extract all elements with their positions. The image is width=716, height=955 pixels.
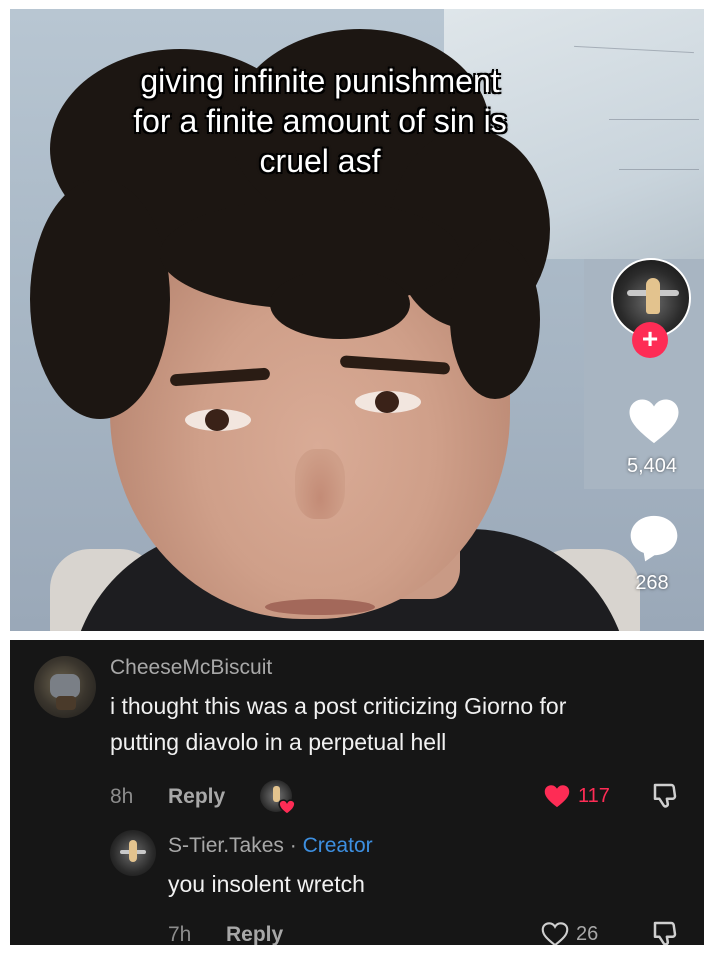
comment-text: i thought this was a post criticizing Gi…	[110, 688, 700, 760]
author-separator: ·	[283, 834, 303, 857]
video-player[interactable]: giving infinite punishment for a finite …	[10, 9, 704, 631]
person-hair	[270, 269, 410, 339]
person-eye-right	[355, 391, 421, 413]
caption-line: giving infinite punishment	[140, 63, 500, 99]
comment-author[interactable]: CheeseMcBiscuit	[110, 656, 272, 680]
plus-icon: +	[641, 323, 659, 354]
comment-time: 8h	[110, 785, 134, 808]
dislike-icon[interactable]	[650, 918, 680, 945]
person-hair	[30, 179, 170, 419]
person-mouth	[265, 599, 375, 615]
comment-like-count: 117	[578, 785, 610, 807]
comment-like-count: 26	[576, 923, 599, 945]
comment-text-line: putting diavolo in a perpetual hell	[110, 729, 447, 755]
person-hair	[450, 239, 540, 399]
caption-line: for a finite amount of sin is	[133, 103, 507, 139]
heart-icon[interactable]	[626, 393, 682, 449]
comment-avatar[interactable]	[34, 656, 96, 718]
heart-icon[interactable]	[540, 920, 570, 945]
comment-author-line: S-Tier.Takes · Creator	[168, 834, 373, 858]
comment-count: 268	[635, 572, 669, 594]
follow-button[interactable]: +	[632, 322, 668, 358]
comment-avatar[interactable]	[110, 830, 156, 876]
comment-bubble-icon[interactable]	[626, 510, 682, 566]
whiteboard-line	[619, 169, 699, 170]
comment-author[interactable]: S-Tier.Takes	[168, 834, 284, 857]
comment-text-line: i thought this was a post criticizing Gi…	[110, 693, 567, 719]
heart-icon[interactable]	[542, 782, 572, 810]
person-eye-left	[185, 409, 251, 431]
comment-time: 7h	[168, 923, 192, 945]
comment-text: you insolent wretch	[168, 871, 365, 897]
comments-panel: CheeseMcBiscuit i thought this was a pos…	[10, 640, 704, 945]
dislike-icon[interactable]	[650, 780, 680, 810]
reply-button[interactable]: Reply	[168, 785, 225, 809]
like-count: 5,404	[626, 455, 678, 477]
caption-line: cruel asf	[259, 143, 381, 179]
creator-badge: Creator	[302, 834, 373, 857]
reply-button[interactable]: Reply	[226, 923, 283, 945]
creator-heart-icon	[278, 799, 296, 816]
video-caption: giving infinite punishment for a finite …	[10, 61, 630, 181]
person-nose	[295, 449, 345, 519]
